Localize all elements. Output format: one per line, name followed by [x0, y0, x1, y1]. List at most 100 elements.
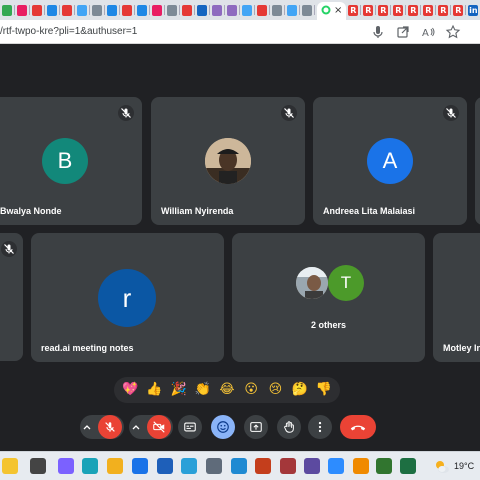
- participant-tile[interactable]: B Bwalya Nonde: [0, 97, 142, 225]
- edge-icon[interactable]: [82, 458, 98, 474]
- vscode-icon[interactable]: [231, 458, 247, 474]
- favicon-blue-icon[interactable]: [287, 4, 297, 16]
- favicon-red-icon[interactable]: [62, 4, 72, 16]
- present-now-button[interactable]: [244, 415, 268, 439]
- favicon-blue-icon[interactable]: [47, 4, 57, 16]
- crying-face-icon[interactable]: 😢: [265, 380, 285, 400]
- excel-icon[interactable]: [400, 458, 416, 474]
- favicon-gray-icon[interactable]: [302, 4, 312, 16]
- tab-separator: [104, 5, 105, 15]
- thumbs-up-icon[interactable]: 👍: [144, 380, 164, 400]
- calculator-icon[interactable]: [206, 458, 222, 474]
- windows-taskbar: 19°C: [0, 451, 480, 480]
- weather-temperature[interactable]: 19°C: [454, 460, 474, 472]
- favicon-green-icon[interactable]: [2, 4, 12, 16]
- favicon-red-icon[interactable]: [257, 4, 267, 16]
- tab-separator: [119, 5, 120, 15]
- surprised-face-icon[interactable]: 😮: [241, 380, 261, 400]
- favicon-blue-icon[interactable]: [197, 4, 207, 16]
- leave-call-button[interactable]: [340, 415, 376, 439]
- avatar: B: [42, 138, 88, 184]
- participant-tile[interactable]: r read.ai meeting notes: [31, 233, 224, 362]
- tab-favicon[interactable]: R: [378, 4, 389, 16]
- bookmark-star-icon[interactable]: [445, 24, 461, 40]
- more-options-button[interactable]: [308, 415, 332, 439]
- camera-off-button[interactable]: [147, 415, 171, 439]
- tab-separator: [360, 5, 362, 15]
- tab-close-icon[interactable]: ×: [334, 6, 342, 16]
- send-reaction-button[interactable]: [211, 415, 235, 439]
- open-in-app-icon[interactable]: [395, 24, 411, 40]
- tab-separator: [224, 5, 225, 15]
- project-icon[interactable]: [376, 458, 392, 474]
- tears-of-joy-icon[interactable]: 😂: [217, 380, 237, 400]
- participant-tile[interactable]: William Nyirenda: [151, 97, 305, 225]
- sparkling-heart-icon[interactable]: 💖: [120, 380, 140, 400]
- partly-sunny-icon[interactable]: [434, 459, 450, 475]
- profile-photo: [294, 265, 330, 301]
- participant-tile-partial[interactable]: [0, 233, 23, 361]
- copilot-app-icon[interactable]: [58, 458, 74, 474]
- mic-off-button[interactable]: [98, 415, 122, 439]
- favicon-blue-icon[interactable]: [242, 4, 252, 16]
- tab-separator: [89, 5, 90, 15]
- favicon-red-icon[interactable]: [32, 4, 42, 16]
- telegram-icon[interactable]: [181, 458, 197, 474]
- participant-tile[interactable]: A Andreea Lita Malaiasi: [313, 97, 467, 225]
- active-tab[interactable]: ×: [317, 2, 347, 20]
- address-bar[interactable]: /rtf-twpo-kre?pli=1&authuser=1 A: [0, 20, 480, 44]
- mic-control-group[interactable]: [80, 415, 124, 439]
- favicon-pink-icon[interactable]: [152, 4, 162, 16]
- tab-favicon[interactable]: in: [468, 4, 479, 16]
- thinking-face-icon[interactable]: 🤔: [290, 380, 310, 400]
- favicon-blue-icon[interactable]: [107, 4, 117, 16]
- tab-favicon[interactable]: R: [348, 4, 359, 16]
- zoom-icon[interactable]: [328, 458, 344, 474]
- tab-separator: [164, 5, 165, 15]
- favicon-gray-icon[interactable]: [167, 4, 177, 16]
- microphone-icon[interactable]: [370, 24, 386, 40]
- chevron-up-icon[interactable]: [82, 422, 98, 432]
- captions-button[interactable]: [178, 415, 202, 439]
- favicon-gray-icon[interactable]: [92, 4, 102, 16]
- raise-hand-button[interactable]: [277, 415, 301, 439]
- favicon-red-icon[interactable]: [122, 4, 132, 16]
- muted-mic-icon: [1, 241, 17, 257]
- participant-tile-partial[interactable]: Motley In: [433, 233, 480, 362]
- file-explorer-icon[interactable]: [107, 458, 123, 474]
- tab-separator: [194, 5, 195, 15]
- tab-favicon[interactable]: R: [453, 4, 464, 16]
- favicon-gray-icon[interactable]: [272, 4, 282, 16]
- word-icon[interactable]: [157, 458, 173, 474]
- favicon-red-icon[interactable]: [182, 4, 192, 16]
- participant-tile-partial[interactable]: [475, 97, 480, 225]
- copilot-icon[interactable]: [2, 458, 18, 474]
- tab-separator: [254, 5, 255, 15]
- chevron-up-icon[interactable]: [131, 422, 147, 432]
- url-text[interactable]: /rtf-twpo-kre?pli=1&authuser=1: [0, 26, 137, 38]
- thumbs-down-icon[interactable]: 👎: [314, 380, 334, 400]
- tab-favicon[interactable]: R: [423, 4, 434, 16]
- favicon-purple-icon[interactable]: [212, 4, 222, 16]
- access-icon[interactable]: [280, 458, 296, 474]
- tab-favicon[interactable]: R: [363, 4, 374, 16]
- read-aloud-icon[interactable]: A: [420, 24, 436, 40]
- task-view-icon[interactable]: [30, 458, 46, 474]
- vlc-icon[interactable]: [353, 458, 369, 474]
- tab-separator: [420, 5, 422, 15]
- jw-icon[interactable]: [304, 458, 320, 474]
- tab-favicon[interactable]: R: [393, 4, 404, 16]
- powerpoint-icon[interactable]: [255, 458, 271, 474]
- favicon-pink-icon[interactable]: [17, 4, 27, 16]
- favicon-blue-icon[interactable]: [137, 4, 147, 16]
- favicon-blue-icon[interactable]: [77, 4, 87, 16]
- participant-name: Andreea Lita Malaiasi: [323, 206, 416, 216]
- clapping-hands-icon[interactable]: 👏: [193, 380, 213, 400]
- others-tile[interactable]: T 2 others: [232, 233, 425, 362]
- party-popper-icon[interactable]: 🎉: [169, 380, 189, 400]
- camera-control-group[interactable]: [129, 415, 173, 439]
- mail-icon[interactable]: [132, 458, 148, 474]
- tab-favicon[interactable]: R: [438, 4, 449, 16]
- favicon-purple-icon[interactable]: [227, 4, 237, 16]
- tab-favicon[interactable]: R: [408, 4, 419, 16]
